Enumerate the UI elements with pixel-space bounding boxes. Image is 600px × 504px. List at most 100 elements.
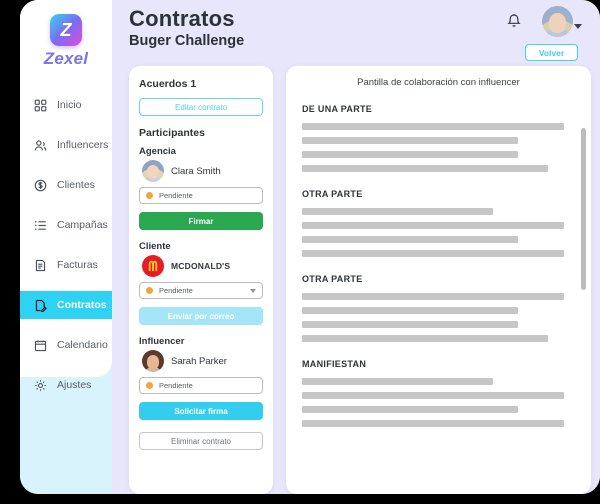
status-dot-icon bbox=[146, 287, 153, 294]
dollar-icon bbox=[33, 178, 48, 193]
participant-name: Clara Smith bbox=[171, 165, 221, 177]
sidebar: Z Zexel Inicio Influencers Clientes Camp… bbox=[20, 0, 112, 494]
status-select-cliente[interactable]: Pendiente bbox=[139, 282, 263, 299]
chevron-down-icon bbox=[250, 289, 256, 293]
sidebar-item-label: Clientes bbox=[57, 179, 95, 191]
sidebar-item-contratos[interactable]: Contratos bbox=[20, 291, 112, 319]
document-text-placeholder-line bbox=[302, 165, 548, 172]
sign-button[interactable]: Firmar bbox=[139, 212, 263, 230]
sidebar-item-label: Campañas bbox=[57, 219, 108, 231]
people-icon bbox=[33, 138, 48, 153]
document-text-placeholder-line bbox=[302, 335, 548, 342]
participant-name: Sarah Parker bbox=[171, 355, 227, 367]
document-text-placeholder-line bbox=[302, 420, 565, 427]
participant-influencer: Influencer Sarah Parker Pendiente Solici… bbox=[139, 336, 263, 420]
document-text-placeholder-line bbox=[302, 250, 565, 257]
status-label: Pendiente bbox=[159, 286, 193, 295]
document-text-placeholder-line bbox=[302, 222, 565, 229]
participant-agencia: Agencia Clara Smith Pendiente Firmar bbox=[139, 146, 263, 230]
sidebar-item-label: Inicio bbox=[57, 99, 82, 111]
participant-role: Influencer bbox=[139, 336, 185, 347]
agreement-title: Acuerdos 1 bbox=[139, 78, 197, 90]
vertical-scrollbar-thumb[interactable] bbox=[581, 128, 586, 290]
sidebar-item-influencers[interactable]: Influencers bbox=[20, 131, 112, 159]
participants-heading: Participantes bbox=[139, 127, 205, 139]
gear-icon bbox=[33, 378, 48, 393]
sidebar-nav: Inicio Influencers Clientes Campañas Fac… bbox=[20, 91, 112, 399]
document-section: OTRA PARTE bbox=[302, 274, 575, 342]
status-select-influencer[interactable]: Pendiente bbox=[139, 377, 263, 394]
document-text-placeholder-line bbox=[302, 293, 565, 300]
calendar-icon bbox=[33, 338, 48, 353]
chevron-down-icon[interactable] bbox=[574, 24, 582, 29]
sidebar-item-clientes[interactable]: Clientes bbox=[20, 171, 112, 199]
sidebar-item-label: Influencers bbox=[57, 139, 109, 151]
document-text-placeholder-line bbox=[302, 307, 518, 314]
send-by-email-button[interactable]: Enviar por correo bbox=[139, 307, 263, 325]
logo-wordmark: Zexel bbox=[43, 49, 89, 68]
avatar[interactable] bbox=[542, 6, 573, 37]
edit-contract-button[interactable]: Editar contrato bbox=[139, 98, 263, 116]
agreement-panel: Acuerdos 1 Editar contrato Participantes… bbox=[129, 66, 273, 494]
mcdonalds-logo bbox=[142, 255, 164, 277]
app-logo[interactable]: Z Zexel bbox=[20, 14, 112, 69]
participant-cliente: Cliente MCDONALD'S Pendiente Enviar por … bbox=[139, 241, 263, 325]
page-subtitle: Buger Challenge bbox=[129, 33, 245, 49]
delete-contract-button[interactable]: Eliminar contrato bbox=[139, 432, 263, 450]
status-label: Pendiente bbox=[159, 191, 193, 200]
sidebar-item-inicio[interactable]: Inicio bbox=[20, 91, 112, 119]
contract-icon bbox=[33, 298, 48, 313]
document-sections: DE UNA PARTE OTRA PARTE OTRA PARTE MANIFIES… bbox=[302, 104, 575, 427]
woman-brunette-avatar bbox=[142, 350, 164, 372]
status-dot-icon bbox=[146, 382, 153, 389]
document-section-heading: MANIFIESTAN bbox=[302, 359, 367, 369]
woman-blonde-avatar bbox=[142, 160, 164, 182]
list-icon bbox=[33, 218, 48, 233]
document-text-placeholder-line bbox=[302, 392, 565, 399]
invoice-icon bbox=[33, 258, 48, 273]
request-signature-button[interactable]: Solicitar firma bbox=[139, 402, 263, 420]
avatar-face bbox=[542, 6, 573, 37]
document-section-heading: OTRA PARTE bbox=[302, 274, 363, 284]
participant-name: MCDONALD'S bbox=[171, 261, 231, 271]
panels-row: Acuerdos 1 Editar contrato Participantes… bbox=[112, 66, 600, 494]
app-window: Z Zexel Inicio Influencers Clientes Camp… bbox=[20, 0, 600, 494]
participant-identity: MCDONALD'S bbox=[139, 255, 263, 277]
participant-role: Cliente bbox=[139, 241, 171, 252]
sidebar-item-ajustes[interactable]: Ajustes bbox=[20, 371, 112, 399]
document-section: MANIFIESTAN bbox=[302, 359, 575, 427]
sidebar-item-label: Facturas bbox=[57, 259, 98, 271]
document-title: Pantilla de colaboración con influencer bbox=[357, 77, 520, 88]
page-header: Contratos Buger Challenge Volver bbox=[112, 0, 600, 66]
back-button[interactable]: Volver bbox=[525, 44, 578, 61]
sidebar-item-label: Contratos bbox=[57, 299, 107, 311]
bell-icon[interactable] bbox=[506, 13, 522, 30]
sidebar-item-facturas[interactable]: Facturas bbox=[20, 251, 112, 279]
sidebar-item-campanas[interactable]: Campañas bbox=[20, 211, 112, 239]
document-text-placeholder-line bbox=[302, 151, 518, 158]
status-dot-icon bbox=[146, 192, 153, 199]
grid-icon bbox=[33, 98, 48, 113]
logo-letter: Z bbox=[60, 20, 72, 40]
page-title: Contratos bbox=[129, 6, 235, 31]
sidebar-item-label: Calendario bbox=[57, 339, 108, 351]
document-text-placeholder-line bbox=[302, 208, 494, 215]
document-section-heading: DE UNA PARTE bbox=[302, 104, 373, 114]
status-label: Pendiente bbox=[159, 381, 193, 390]
sidebar-item-label: Ajustes bbox=[57, 379, 92, 391]
document-text-placeholder-line bbox=[302, 137, 518, 144]
document-section: DE UNA PARTE bbox=[302, 104, 575, 172]
sidebar-item-calendario[interactable]: Calendario bbox=[20, 331, 112, 359]
document-section: OTRA PARTE bbox=[302, 189, 575, 257]
participant-identity: Clara Smith bbox=[139, 160, 263, 182]
document-panel: Pantilla de colaboración con influencer … bbox=[286, 66, 591, 494]
title-group: Contratos Buger Challenge bbox=[129, 6, 244, 49]
document-section-heading: OTRA PARTE bbox=[302, 189, 363, 199]
document-text-placeholder-line bbox=[302, 123, 565, 130]
participant-identity: Sarah Parker bbox=[139, 350, 263, 372]
status-select-agencia[interactable]: Pendiente bbox=[139, 187, 263, 204]
document-text-placeholder-line bbox=[302, 321, 518, 328]
participant-role: Agencia bbox=[139, 146, 176, 157]
main-content: Contratos Buger Challenge Volver Acuerdo… bbox=[112, 0, 600, 494]
document-text-placeholder-line bbox=[302, 406, 518, 413]
